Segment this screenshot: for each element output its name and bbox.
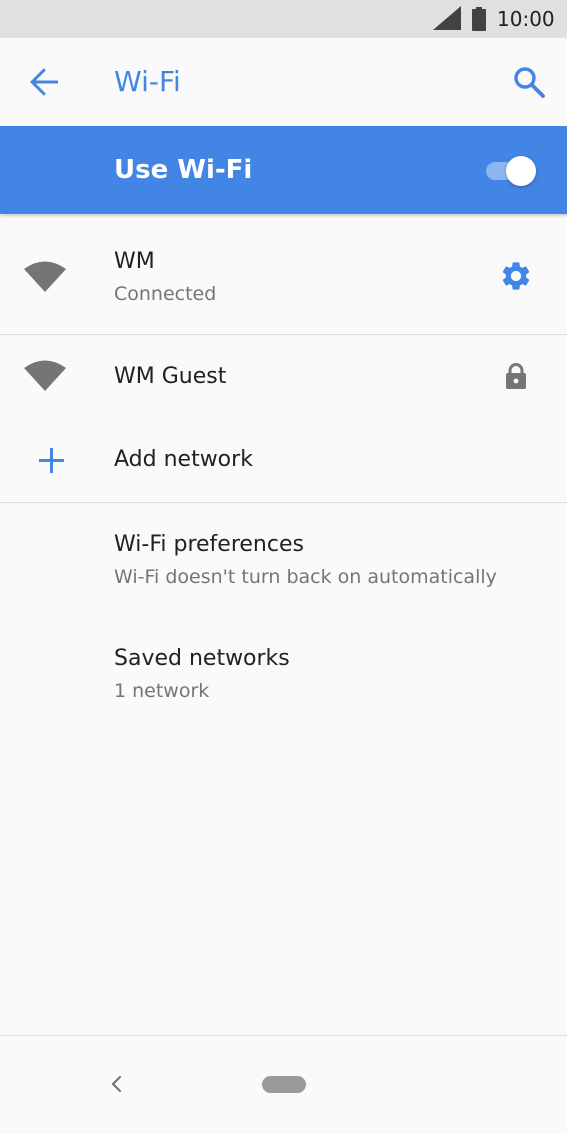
nav-back-icon[interactable] — [106, 1073, 128, 1095]
gear-icon[interactable] — [499, 259, 533, 293]
home-pill-icon[interactable] — [262, 1076, 306, 1093]
wifi-signal-icon — [24, 360, 66, 391]
plus-icon — [39, 448, 64, 473]
status-bar: 10:00 — [0, 0, 567, 38]
app-bar: Wi-Fi — [0, 38, 567, 126]
network-status: Connected — [114, 283, 217, 305]
network-name: WM — [114, 249, 155, 274]
wifi-preferences-subtitle: Wi-Fi doesn't turn back on automatically — [114, 566, 497, 588]
add-network-item[interactable]: Add network — [0, 419, 567, 502]
network-item-wm[interactable]: WM Connected — [0, 214, 567, 334]
status-time: 10:00 — [497, 7, 555, 31]
use-wifi-label: Use Wi-Fi — [114, 155, 253, 185]
navigation-bar — [0, 1036, 567, 1134]
lock-icon — [506, 363, 526, 389]
page-title: Wi-Fi — [114, 65, 181, 98]
search-icon[interactable] — [510, 63, 548, 101]
add-network-label: Add network — [114, 447, 253, 472]
saved-networks-subtitle: 1 network — [114, 680, 210, 702]
saved-networks-item[interactable]: Saved networks 1 network — [0, 615, 567, 727]
arrow-back-icon[interactable] — [26, 64, 62, 100]
wifi-toggle[interactable] — [484, 156, 538, 186]
network-item-wm-guest[interactable]: WM Guest — [0, 335, 567, 419]
signal-icon — [433, 6, 461, 30]
wifi-signal-icon — [24, 261, 66, 292]
wifi-preferences-item[interactable]: Wi-Fi preferences Wi-Fi doesn't turn bac… — [0, 503, 567, 615]
saved-networks-title: Saved networks — [114, 646, 290, 671]
wifi-preferences-title: Wi-Fi preferences — [114, 532, 304, 557]
toggle-thumb — [506, 156, 536, 186]
use-wifi-switch-row[interactable]: Use Wi-Fi — [0, 126, 567, 214]
network-name: WM Guest — [114, 364, 227, 389]
battery-icon — [472, 7, 486, 31]
